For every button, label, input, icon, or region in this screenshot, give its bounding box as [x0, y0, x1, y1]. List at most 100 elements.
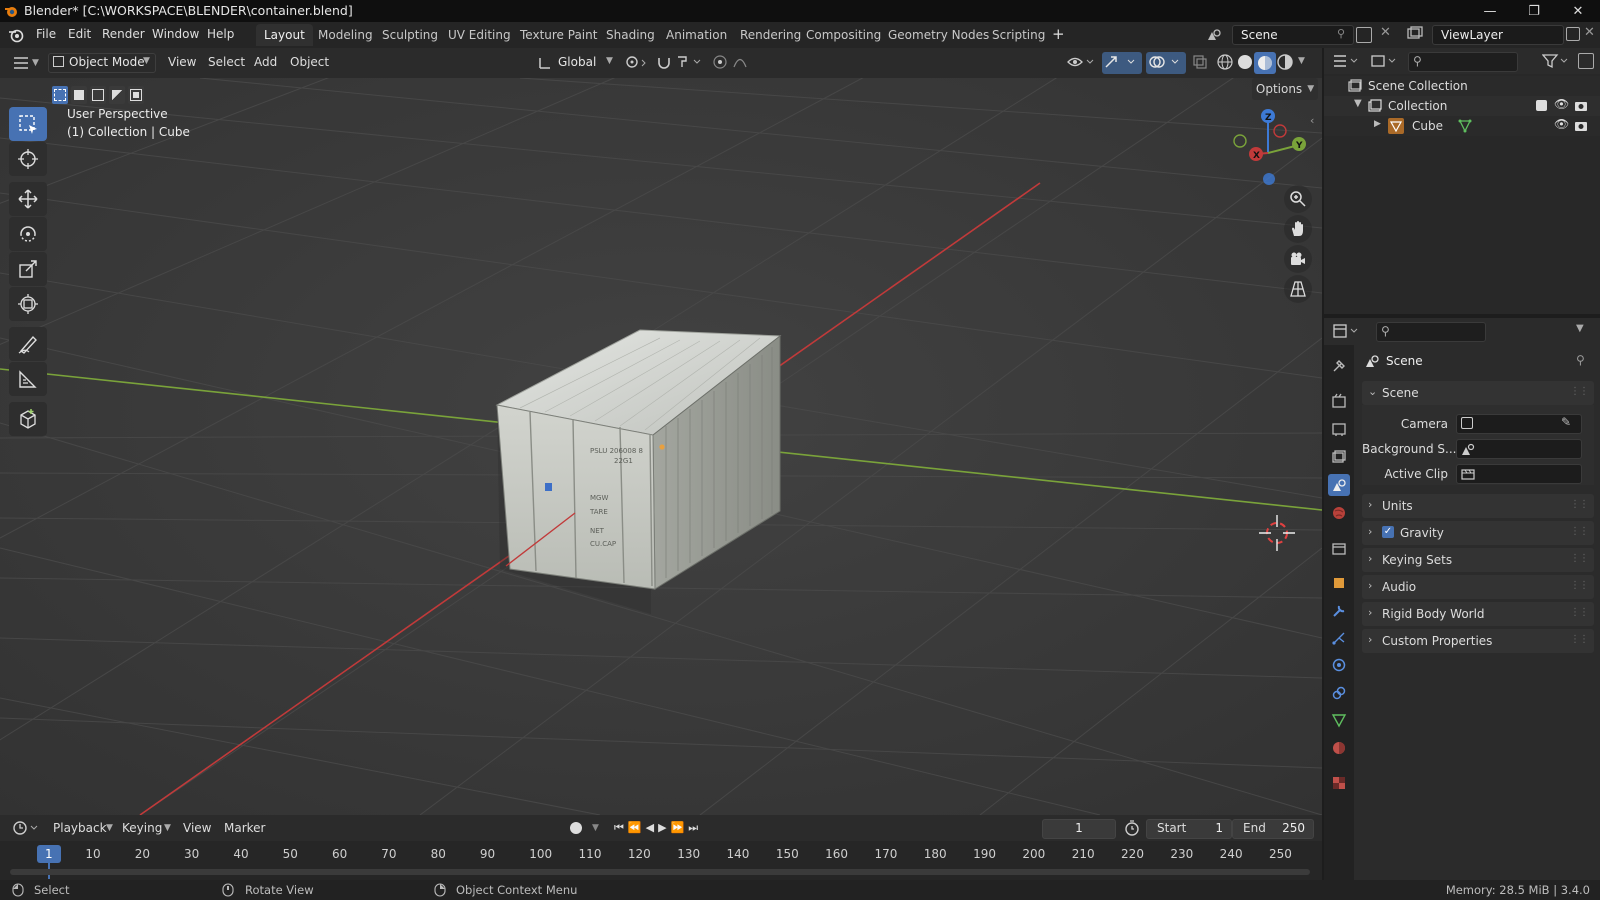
tab-compositing[interactable]: Compositing: [798, 24, 889, 46]
scene-browse-icon[interactable]: [1206, 26, 1228, 44]
tab-texture-paint[interactable]: Texture Paint: [512, 24, 605, 46]
gravity-checkbox[interactable]: ✓: [1382, 526, 1394, 538]
jump-end-icon[interactable]: ⏭: [688, 821, 702, 834]
options-dropdown[interactable]: Options ▼: [1252, 78, 1318, 100]
minimize-button[interactable]: —: [1468, 0, 1512, 22]
tab-geometry-nodes[interactable]: Geometry Nodes: [880, 24, 997, 46]
material-tab-icon[interactable]: [1328, 737, 1350, 759]
render-tab-icon[interactable]: [1328, 390, 1350, 412]
tool-select-box[interactable]: [9, 107, 47, 141]
play-icon[interactable]: ▶: [658, 821, 670, 834]
object-tab-icon[interactable]: [1328, 572, 1350, 594]
data-tab-icon[interactable]: [1328, 709, 1350, 731]
drag-handle-icon[interactable]: ⋮⋮: [1570, 553, 1589, 564]
outliner-row-cube[interactable]: ▶ Cube 👁: [1324, 116, 1600, 136]
rigid-body-world-panel-header[interactable]: › Rigid Body World ⋮⋮: [1362, 602, 1594, 626]
menu-playback[interactable]: Playback: [53, 821, 107, 835]
output-tab-icon[interactable]: [1328, 418, 1350, 440]
outliner-search-input[interactable]: ⚲: [1408, 52, 1518, 72]
texture-tab-icon[interactable]: [1328, 772, 1350, 794]
menu-view[interactable]: View: [168, 55, 196, 69]
pan-hand-icon[interactable]: [1284, 215, 1312, 243]
visibility-selectability-icon[interactable]: [1066, 54, 1096, 72]
wireframe-shading-icon[interactable]: [1216, 53, 1236, 73]
world-tab-icon[interactable]: [1328, 502, 1350, 524]
add-workspace-button[interactable]: +: [1052, 25, 1065, 43]
zoom-icon[interactable]: [1284, 185, 1312, 213]
solid-shading-icon[interactable]: [1236, 53, 1256, 73]
render-camera-icon[interactable]: [1574, 119, 1588, 133]
eye-icon[interactable]: 👁: [1554, 117, 1569, 131]
tab-sculpting[interactable]: Sculpting: [374, 24, 446, 46]
modifier-tab-icon[interactable]: [1328, 600, 1350, 622]
drag-handle-icon[interactable]: ⋮⋮: [1570, 386, 1589, 397]
select-invert-icon[interactable]: [109, 86, 125, 104]
new-viewlayer-icon[interactable]: [1566, 27, 1580, 41]
new-scene-icon[interactable]: [1356, 27, 1372, 43]
menu-marker[interactable]: Marker: [224, 821, 265, 835]
physics-tab-icon[interactable]: [1328, 654, 1350, 676]
menu-object[interactable]: Object: [290, 55, 329, 69]
tab-layout[interactable]: Layout: [256, 24, 313, 46]
eye-icon[interactable]: 👁: [1554, 97, 1569, 111]
menu-select[interactable]: Select: [208, 55, 245, 69]
rendered-shading-icon[interactable]: [1276, 53, 1296, 73]
tool-scale[interactable]: [9, 252, 47, 286]
tool-annotate[interactable]: [9, 327, 47, 361]
orthographic-toggle-icon[interactable]: [1284, 275, 1312, 303]
menu-view-timeline[interactable]: View: [183, 821, 211, 835]
tool-tab-icon[interactable]: [1328, 355, 1350, 377]
audio-panel-header[interactable]: › Audio ⋮⋮: [1362, 575, 1594, 599]
restore-button[interactable]: ❐: [1512, 0, 1556, 22]
tab-uv-editing[interactable]: UV Editing: [440, 24, 519, 46]
shading-options-chevron-icon[interactable]: ▼: [1298, 56, 1305, 66]
proportional-editing-icon[interactable]: [712, 54, 760, 72]
drag-handle-icon[interactable]: ⋮⋮: [1570, 607, 1589, 618]
tab-scripting[interactable]: Scripting: [984, 24, 1053, 46]
keying-sets-panel-header[interactable]: › Keying Sets ⋮⋮: [1362, 548, 1594, 572]
outliner-row-collection[interactable]: ▼ Collection 👁: [1324, 96, 1600, 116]
delete-viewlayer-icon[interactable]: ✕: [1584, 25, 1595, 40]
mesh-data-icon[interactable]: [1458, 119, 1472, 133]
outliner-row-scene-collection[interactable]: Scene Collection: [1324, 76, 1600, 96]
viewlayer-name-field[interactable]: ViewLayer: [1432, 25, 1564, 45]
tool-rotate[interactable]: [9, 217, 47, 251]
menu-file[interactable]: File: [36, 27, 56, 41]
select-intersect-icon[interactable]: [128, 86, 144, 104]
tool-measure[interactable]: [9, 362, 47, 396]
expand-arrow-icon[interactable]: ▶: [1374, 119, 1381, 129]
eyedropper-icon[interactable]: ✎: [1561, 415, 1571, 429]
drag-handle-icon[interactable]: ⋮⋮: [1570, 499, 1589, 510]
select-extend-icon[interactable]: [71, 86, 87, 104]
view-layer-tab-icon[interactable]: [1328, 446, 1350, 468]
tab-animation[interactable]: Animation: [658, 24, 735, 46]
blender-menu-icon[interactable]: [8, 27, 24, 43]
drag-handle-icon[interactable]: ⋮⋮: [1570, 580, 1589, 591]
collapse-arrow-icon[interactable]: ▼: [1354, 98, 1362, 109]
tool-add-cube[interactable]: [9, 402, 47, 436]
collection-tab-icon[interactable]: [1328, 537, 1350, 559]
auto-keying-record-button[interactable]: [570, 822, 582, 834]
menu-window[interactable]: Window: [152, 27, 199, 41]
render-camera-icon[interactable]: [1574, 99, 1588, 113]
viewlayer-browse-icon[interactable]: [1406, 26, 1430, 44]
next-keyframe-icon[interactable]: ⏩: [671, 821, 689, 834]
scene-panel-header[interactable]: ⌄ Scene ⋮⋮: [1362, 381, 1594, 405]
current-frame-field[interactable]: 1: [1042, 819, 1116, 839]
chevron-down-icon[interactable]: ▼: [1576, 323, 1584, 334]
end-frame-field[interactable]: End 250: [1232, 819, 1314, 839]
drag-handle-icon[interactable]: ⋮⋮: [1570, 526, 1589, 537]
timeline-editor-type-icon[interactable]: [12, 819, 42, 837]
select-new-icon[interactable]: [52, 86, 68, 104]
properties-editor-type-icon[interactable]: [1332, 323, 1362, 339]
particles-tab-icon[interactable]: [1328, 627, 1350, 649]
units-panel-header[interactable]: › Units ⋮⋮: [1362, 494, 1594, 518]
constraints-tab-icon[interactable]: [1328, 682, 1350, 704]
menu-render[interactable]: Render: [102, 27, 145, 41]
tab-shading[interactable]: Shading: [598, 24, 663, 46]
menu-add[interactable]: Add: [254, 55, 277, 69]
camera-view-icon[interactable]: [1284, 245, 1312, 273]
editor-type-icon[interactable]: ▼: [12, 54, 42, 72]
overlays-toggle-icon[interactable]: [1146, 52, 1186, 74]
snap-icon[interactable]: [656, 54, 704, 72]
